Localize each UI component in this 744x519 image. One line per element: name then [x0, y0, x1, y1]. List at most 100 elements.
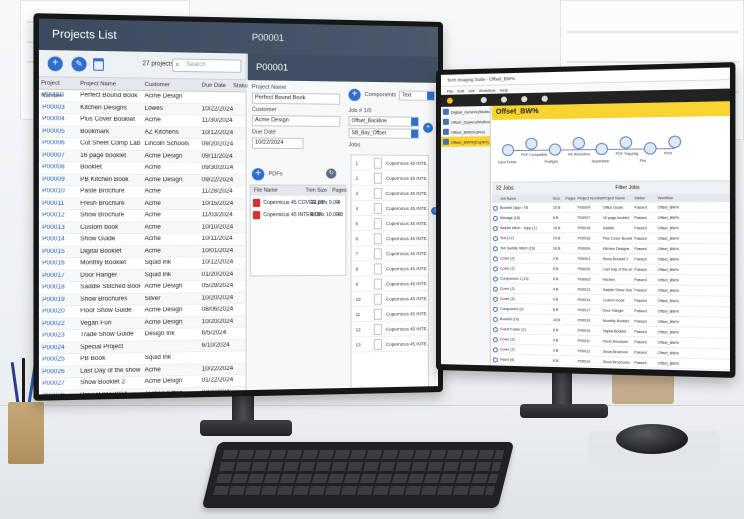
customer-field[interactable]: Acme Design [251, 114, 341, 128]
page-thumbnail-row[interactable]: 10 Copernicus 45 INTE... [351, 291, 429, 308]
customer-label: Customer [251, 106, 277, 114]
page-thumbnail-row[interactable]: 8 Copernicus 45 INTE... [351, 261, 429, 277]
page-thumbnail-row[interactable]: 11 Copernicus 45 INTE... [351, 306, 429, 323]
expand-job-icon[interactable] [492, 215, 498, 222]
workflow-step-node[interactable] [548, 143, 561, 156]
workflow-step-node[interactable] [595, 142, 609, 156]
sidebar-item-workflow[interactable]: Offset_BW%(Duplex) [440, 136, 490, 147]
pdf-column-trim[interactable]: Trim Size [302, 185, 330, 196]
table-row[interactable]: P00010 Paste Brochure Acme 11/28/2024 [38, 186, 246, 199]
jobs-column-header[interactable]: Status [634, 196, 645, 200]
job-row[interactable]: Booklet 16pp / TB 15 B P00004 Office Guide P… [491, 202, 730, 213]
components-select[interactable]: Text [399, 90, 436, 101]
project-name: Project 9162024 [80, 391, 140, 394]
page-thumbnail-row[interactable]: 5 Copernicus 45 INTE... [351, 216, 429, 232]
column-header-number[interactable]: Project Number [38, 77, 79, 99]
expand-job-icon[interactable] [492, 357, 498, 363]
expand-job-icon[interactable] [492, 306, 498, 312]
project-customer: Acme [144, 212, 161, 219]
column-header-name[interactable]: Project Name [78, 77, 143, 92]
expand-job-icon[interactable] [492, 246, 498, 252]
workflow-step-node[interactable] [643, 142, 657, 155]
workflow-step-node[interactable] [572, 136, 585, 150]
page-thumbnail-row[interactable]: 1 Copernicus 45 INTE... [351, 155, 429, 171]
add-project-button[interactable]: + [47, 56, 63, 72]
workflow-step-node[interactable] [668, 135, 682, 149]
project-due-date [202, 353, 242, 354]
expand-job-icon[interactable] [492, 286, 498, 292]
column-header-due-date[interactable]: Due Date [199, 79, 232, 93]
page-thumbnail-row[interactable]: 2 Copernicus 45 INTE... [351, 170, 429, 186]
expand-job-icon[interactable] [492, 327, 498, 333]
jobs-column-header[interactable]: Job Name [500, 197, 516, 201]
toolbar-button[interactable] [446, 97, 453, 104]
column-header-status[interactable]: Status [231, 79, 249, 93]
expand-job-icon[interactable] [492, 316, 498, 323]
job-size: 8 B [552, 307, 559, 312]
jobs-filter[interactable]: Filter Jobs [615, 185, 639, 191]
sidebar-item-workflow[interactable]: Offset_BW(Duplex) [441, 126, 490, 137]
job-workflow: Offset_BW% [657, 340, 680, 346]
column-header-customer[interactable]: Customer [142, 78, 200, 92]
toolbar-button[interactable] [480, 96, 487, 104]
expand-job-icon[interactable] [492, 347, 498, 353]
expand-job-icon[interactable] [492, 205, 498, 211]
add-job-button[interactable]: + [423, 122, 434, 133]
job-row[interactable]: Saddle stitch - 16pp (1) 16 B P00018 Saddle… [491, 223, 730, 234]
table-row[interactable]: P00012 Show Brochure Acme 11/03/2024 [38, 210, 246, 223]
jobs-column-header[interactable]: Workflow [658, 196, 673, 200]
job-size: 8 B [552, 328, 559, 333]
workflow-select-1[interactable]: Offset_Backline [348, 116, 420, 127]
add-pdf-button[interactable]: + [251, 168, 265, 181]
pdf-column-file[interactable]: File Name [250, 185, 303, 196]
project-name-field[interactable]: Perfect Bound Book [251, 92, 341, 105]
table-row[interactable]: P00013 Custom book Acme 10/10/2024 [38, 221, 246, 235]
edit-project-button[interactable]: ✎ [71, 56, 87, 72]
job-row[interactable]: Manage (15) 8 B P00007 16 page booklet Passe… [491, 212, 730, 224]
search-input[interactable]: ⌕ Search [172, 58, 242, 73]
refresh-pdf-icon[interactable]: ↻ [326, 168, 337, 179]
expand-job-icon[interactable] [492, 337, 498, 343]
workflow-step-node[interactable] [619, 136, 633, 149]
expand-job-icon[interactable] [492, 256, 498, 262]
expand-job-icon[interactable] [492, 226, 498, 232]
workflow-icon [442, 108, 449, 115]
page-thumbnail-row[interactable]: 3 Copernicus 45 INTE... [351, 185, 429, 201]
workflow-select-2[interactable]: SB_Bay_Offset [348, 128, 420, 139]
toolbar-button[interactable] [500, 96, 508, 103]
table-row[interactable]: P00014 Show Guide Acme 10/11/2024 [38, 233, 246, 247]
jobs-column-header[interactable]: Project Number [578, 196, 603, 200]
project-name: PB Kitchen Book [80, 176, 129, 183]
page-thumbnail-row[interactable]: 7 Copernicus 45 INTE... [351, 246, 429, 262]
page-thumbnail-row[interactable]: 12 Copernicus 45 INTE... [351, 321, 430, 338]
add-component-button[interactable]: + [348, 88, 361, 101]
table-row[interactable]: P00008 Booklet Acme 09/30/2024 [38, 161, 246, 175]
page-thumbnail-row[interactable]: 13 Copernicus 45 INTE... [351, 336, 429, 353]
due-date-field[interactable]: 10/22/2024 [251, 137, 304, 150]
expand-job-icon[interactable] [492, 276, 498, 282]
jobs-column-header[interactable]: Project Name [603, 196, 625, 200]
pdf-column-pages[interactable]: Pages [329, 185, 348, 196]
page-thumbnail [373, 293, 382, 305]
delete-project-icon[interactable] [93, 58, 104, 71]
project-due-date: 10/20/2024 [201, 318, 234, 325]
jobs-column-header[interactable]: Size [553, 196, 560, 200]
table-row[interactable]: P00009 PB Kitchen Book Acme Design 09/22/20… [38, 174, 246, 187]
toolbar-button[interactable] [521, 96, 528, 103]
expand-job-icon[interactable] [492, 266, 498, 272]
toolbar-button[interactable] [541, 95, 548, 102]
expand-job-icon[interactable] [492, 236, 498, 242]
workflow-step-node[interactable] [525, 137, 538, 150]
table-row[interactable]: P00007 16 page booklet Acme Design 09/11/20… [38, 149, 246, 164]
job-project-name: Fresh Brochure [602, 339, 629, 345]
page-thumbnail-row[interactable]: 4 Copernicus 45 INTE... [351, 200, 429, 217]
page-source-file: Copernicus 45 INTE... [385, 326, 430, 332]
job-project-name: Monthly Booklet [602, 318, 629, 324]
project-name: Show Brochure [80, 212, 125, 219]
expand-job-icon[interactable] [492, 296, 498, 302]
table-row[interactable]: P00011 Fresh Brochure Acme 10/15/2024 [38, 198, 246, 211]
page-thumbnail-row[interactable]: 6 Copernicus 45 INTE... [351, 231, 429, 247]
jobs-column-header[interactable]: Pages [565, 196, 575, 200]
workflow-step-node[interactable] [501, 143, 515, 157]
page-thumbnail-row[interactable]: 9 Copernicus 45 INTE... [351, 276, 429, 292]
